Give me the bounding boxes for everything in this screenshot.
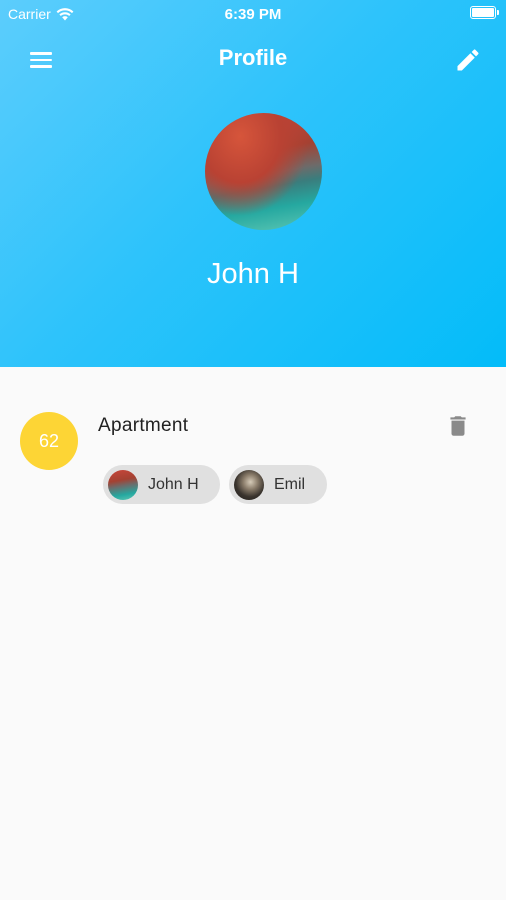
avatar (108, 469, 138, 500)
item-title: Apartment (98, 415, 189, 436)
member-chip-emil[interactable]: Emil (229, 465, 327, 504)
avatar (234, 469, 264, 500)
user-name: John H (207, 258, 299, 290)
page-title: Profile (218, 45, 288, 70)
score-badge: 62 (20, 412, 78, 470)
battery-icon (470, 6, 499, 19)
status-bar: Carrier 6:39 PM (0, 0, 506, 28)
status-time: 6:39 PM (224, 6, 282, 23)
member-name: John H (148, 475, 199, 493)
member-chip-john[interactable]: John H (103, 465, 220, 504)
delete-button[interactable] (445, 413, 471, 439)
trash-icon (450, 416, 466, 436)
list-item[interactable]: 62 Apartment John H Emil (0, 395, 506, 520)
member-name: Emil (274, 475, 306, 493)
profile-avatar[interactable] (205, 113, 322, 230)
pencil-icon (457, 49, 479, 71)
profile-header: Carrier 6:39 PM Profile John H (0, 0, 506, 367)
edit-profile-button[interactable] (454, 46, 482, 74)
